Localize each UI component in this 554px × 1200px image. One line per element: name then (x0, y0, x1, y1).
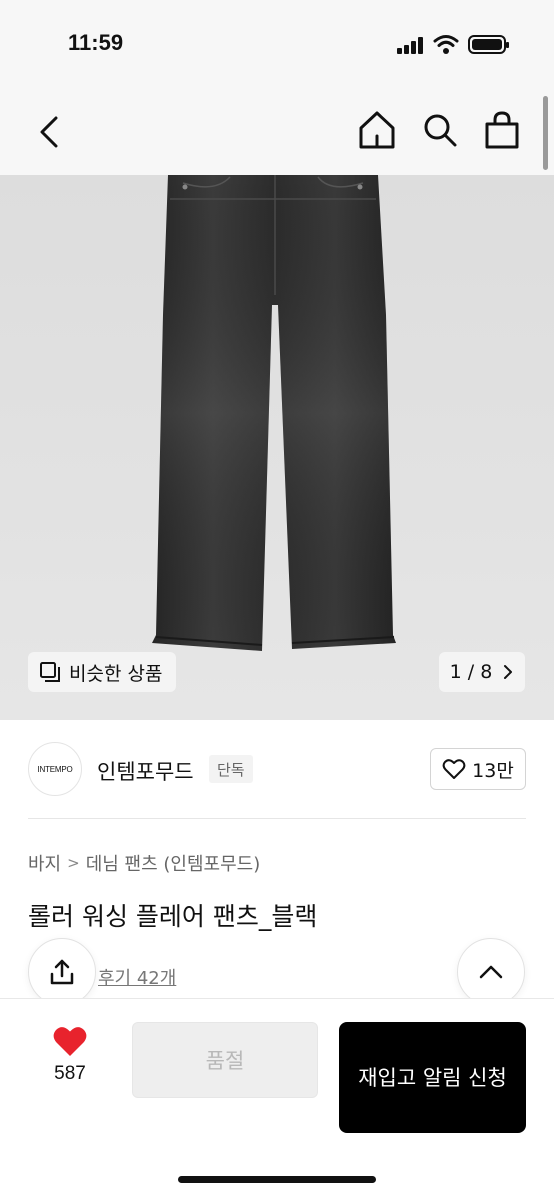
wishlist-count: 587 (54, 1063, 86, 1084)
brand-like-count: 13만 (472, 759, 514, 782)
back-icon[interactable] (36, 114, 62, 150)
wishlist-button[interactable]: 587 (40, 1025, 100, 1085)
page-scrollbar[interactable] (543, 96, 548, 170)
brand-logo-text: INTEMPO (37, 764, 73, 774)
chevron-up-icon (479, 965, 503, 979)
product-image-gallery[interactable]: 비슷한 상품 1 / 8 (0, 175, 554, 720)
breadcrumb-item-denim[interactable]: 데님 팬츠 (인템포무드) (86, 850, 261, 876)
restock-alert-button[interactable]: 재입고 알림 신청 (339, 1022, 526, 1133)
top-nav-bar (0, 90, 554, 175)
home-indicator[interactable] (178, 1176, 376, 1183)
brand-logo[interactable]: INTEMPO (28, 742, 82, 796)
brand-row: INTEMPO 인템포무드 단독 13만 (0, 720, 554, 818)
heart-outline-icon (442, 759, 466, 779)
brand-like-button[interactable]: 13만 (430, 748, 526, 790)
breadcrumb-item-pants[interactable]: 바지 (28, 850, 61, 876)
stacked-squares-icon (40, 662, 60, 682)
cellular-signal-icon (397, 36, 425, 54)
battery-icon (468, 35, 509, 54)
sold-out-button: 품절 (132, 1022, 318, 1098)
divider (28, 818, 526, 819)
chevron-right-icon (504, 665, 513, 679)
breadcrumb-separator-icon: > (67, 854, 80, 872)
image-counter-button[interactable]: 1 / 8 (439, 652, 525, 692)
status-time: 11:59 (68, 30, 124, 55)
heart-filled-icon (53, 1027, 87, 1056)
reviews-link[interactable]: 후기 42개 (98, 964, 176, 990)
product-image-jeans (152, 175, 396, 651)
search-icon[interactable] (422, 112, 458, 148)
shopping-bag-icon[interactable] (484, 110, 520, 150)
bottom-action-bar: 587 품절 재입고 알림 신청 (0, 998, 554, 1200)
share-button[interactable] (28, 938, 96, 1006)
similar-products-button[interactable]: 비슷한 상품 (28, 652, 177, 692)
home-icon[interactable] (358, 110, 396, 150)
exclusive-badge: 단독 (209, 755, 253, 783)
status-bar: 11:59 (0, 0, 554, 90)
similar-products-label: 비슷한 상품 (69, 662, 163, 685)
brand-name[interactable]: 인템포무드 (97, 756, 194, 786)
breadcrumb: 바지 > 데님 팬츠 (인템포무드) (28, 850, 260, 876)
product-title: 롤러 워싱 플레어 팬츠_블랙 (28, 902, 318, 931)
scroll-top-button[interactable] (457, 938, 525, 1006)
wifi-icon (433, 35, 459, 54)
image-counter: 1 / 8 (449, 661, 493, 683)
share-icon (50, 959, 74, 985)
